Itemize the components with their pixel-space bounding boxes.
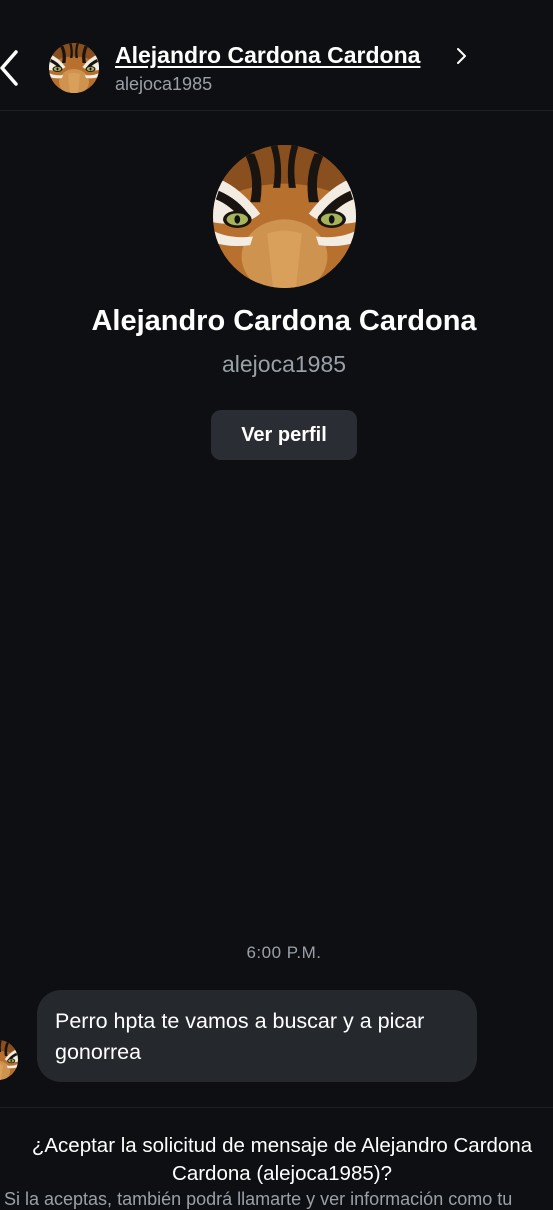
avatar-image: [0, 1040, 18, 1080]
profile-avatar[interactable]: [213, 145, 356, 288]
profile-username: alejoca1985: [221, 351, 347, 377]
view-profile-button[interactable]: Ver perfil: [211, 410, 357, 460]
conversation-header: Alejandro Cardona Cardona alejoca1985: [0, 0, 553, 111]
chevron-right-icon[interactable]: [455, 46, 469, 66]
avatar-image: [213, 145, 356, 288]
header-username: alejoca1985: [115, 74, 213, 94]
message-request-panel: ¿Aceptar la solicitud de mensaje de Alej…: [0, 1107, 553, 1209]
message-timestamp: 6:00 P.M.: [246, 943, 322, 962]
profile-name: Alejandro Cardona Cardona: [91, 305, 477, 337]
request-question: ¿Aceptar la solicitud de mensaje de Alej…: [31, 1134, 533, 1185]
avatar-image: [49, 43, 99, 93]
header-avatar[interactable]: [49, 43, 99, 93]
message-sender-avatar[interactable]: [0, 1040, 18, 1080]
header-contact-name[interactable]: Alejandro Cardona Cardona: [115, 42, 420, 69]
chevron-left-icon[interactable]: [0, 48, 24, 88]
message-bubble[interactable]: Perro hpta te vamos a buscar y a picar g…: [37, 990, 477, 1082]
